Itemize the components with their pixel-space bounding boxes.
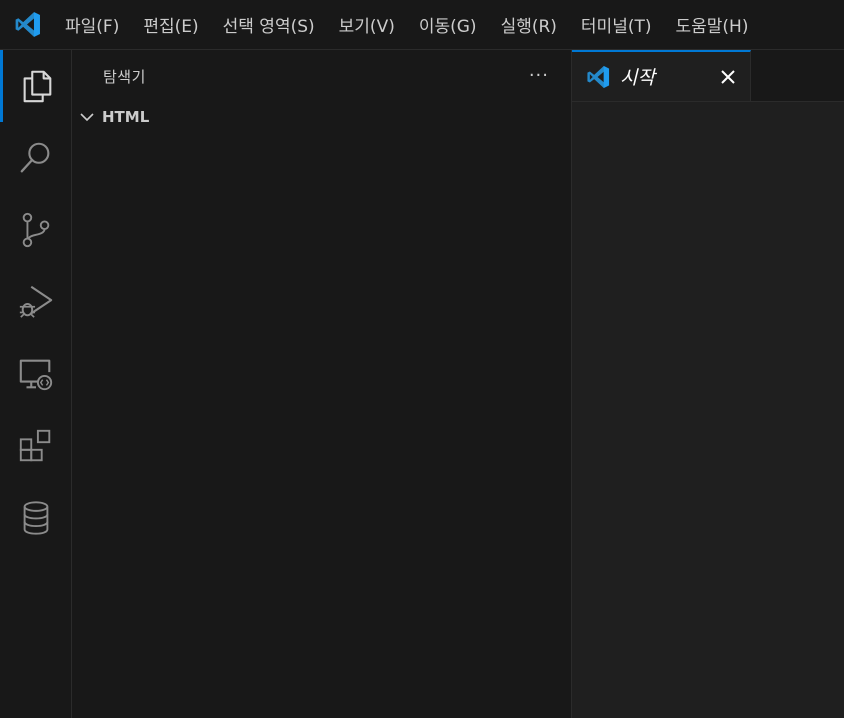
search-icon: [20, 142, 49, 173]
menu-terminal[interactable]: 터미널(T): [569, 0, 664, 49]
run-debug-icon: [19, 285, 52, 318]
menu-file[interactable]: 파일(F): [53, 0, 131, 49]
menu-edit[interactable]: 편집(E): [131, 0, 210, 49]
editor-tab-strip: 시작: [572, 50, 844, 102]
editor-area: 시작: [572, 50, 844, 718]
chevron-down-icon: [80, 113, 94, 122]
more-actions-button[interactable]: ···: [529, 67, 549, 85]
menu-bar: 파일(F) 편집(E) 선택 영역(S) 보기(V) 이동(G) 실행(R) 터…: [53, 0, 760, 49]
vscode-logo-icon: [14, 11, 41, 38]
tab-welcome[interactable]: 시작: [572, 50, 751, 101]
activity-run-debug[interactable]: [0, 266, 71, 338]
source-control-icon: [22, 212, 49, 248]
activity-remote-explorer[interactable]: [0, 338, 71, 410]
activity-database[interactable]: [0, 482, 71, 554]
tab-label: 시작: [620, 67, 655, 89]
close-icon: [721, 69, 735, 84]
activity-explorer[interactable]: [0, 50, 71, 122]
menu-help[interactable]: 도움말(H): [664, 0, 761, 49]
menu-go[interactable]: 이동(G): [407, 0, 489, 49]
vscode-tab-icon: [586, 65, 610, 89]
menu-run[interactable]: 실행(R): [489, 0, 569, 49]
activity-search[interactable]: [0, 122, 71, 194]
activity-extensions[interactable]: [0, 410, 71, 482]
folder-section-header[interactable]: HTML: [72, 102, 571, 132]
title-bar: 파일(F) 편집(E) 선택 영역(S) 보기(V) 이동(G) 실행(R) 터…: [0, 0, 844, 50]
remote-explorer-icon: [19, 359, 52, 391]
menu-selection[interactable]: 선택 영역(S): [211, 0, 327, 49]
folder-name: HTML: [102, 108, 150, 126]
extensions-icon: [19, 429, 50, 462]
sidebar-title: 탐색기: [103, 67, 146, 86]
activity-bar: [0, 50, 72, 718]
explorer-sidebar: 탐색기 ··· HTML: [72, 50, 572, 718]
explorer-icon: [23, 70, 52, 103]
menu-view[interactable]: 보기(V): [327, 0, 407, 49]
database-icon: [23, 501, 48, 535]
tab-close-button[interactable]: [712, 61, 744, 93]
activity-source-control[interactable]: [0, 194, 71, 266]
sidebar-header: 탐색기 ···: [72, 50, 571, 102]
